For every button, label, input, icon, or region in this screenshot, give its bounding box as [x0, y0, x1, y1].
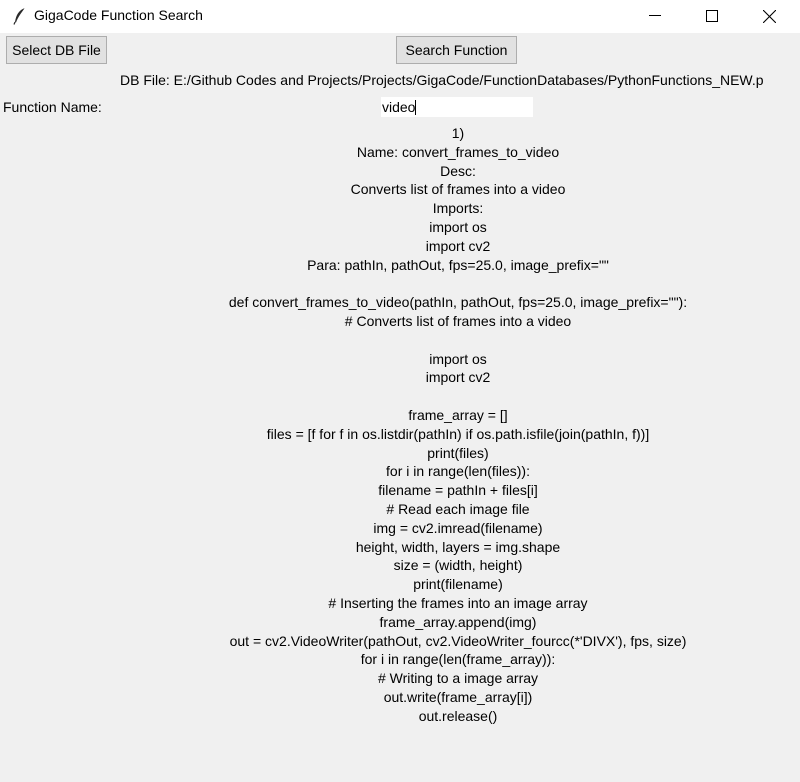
result-line: Desc: — [440, 162, 476, 179]
text-cursor — [415, 100, 417, 115]
result-line — [0, 331, 800, 350]
result-line: def convert_frames_to_video(pathIn, path… — [228, 294, 688, 311]
result-line: for i in range(len(frame_array)): — [360, 651, 556, 668]
result-line: img = cv2.imread(filename) — [373, 519, 543, 536]
minimize-button[interactable] — [632, 0, 678, 33]
minimize-icon — [649, 15, 661, 16]
result-line: # Read each image file — [386, 500, 530, 517]
result-line: import os — [429, 350, 487, 367]
db-file-path-label: DB File: E:/Github Codes and Projects/Pr… — [120, 72, 764, 88]
function-name-input-value: video — [382, 99, 416, 115]
result-line: Imports: — [432, 200, 484, 217]
search-results: 1) Name: convert_frames_to_video Desc: Conv… — [0, 124, 800, 726]
result-line: files = [f for f in os.listdir(pathIn) i… — [266, 425, 650, 442]
result-line — [0, 387, 800, 406]
result-line: # Converts list of frames into a video — [344, 312, 572, 329]
function-name-label: Function Name: — [3, 99, 102, 115]
result-line: print(files) — [427, 444, 489, 461]
close-icon — [763, 10, 776, 23]
result-line: Name: convert_frames_to_video — [356, 143, 560, 160]
result-line: filename = pathIn + files[i] — [378, 482, 538, 499]
feather-icon — [13, 7, 26, 25]
close-button[interactable] — [746, 0, 792, 33]
result-line: # Inserting the frames into an image arr… — [328, 594, 588, 611]
title-bar: GigaCode Function Search — [0, 0, 800, 33]
result-line: frame_array.append(img) — [379, 613, 537, 630]
search-function-button[interactable]: Search Function — [396, 36, 517, 64]
result-line: size = (width, height) — [393, 557, 523, 574]
result-line: print(filename) — [413, 576, 503, 593]
select-db-file-button[interactable]: Select DB File — [6, 36, 107, 64]
maximize-button[interactable] — [689, 0, 735, 33]
result-line: import os — [429, 218, 487, 235]
result-line: Converts list of frames into a video — [350, 181, 566, 198]
result-line: out.release() — [418, 707, 498, 724]
result-line: Para: pathIn, pathOut, fps=25.0, image_p… — [307, 256, 609, 273]
result-line: import cv2 — [425, 237, 491, 254]
result-line: for i in range(len(files)): — [386, 463, 530, 480]
result-line: 1) — [451, 125, 465, 141]
result-line: # Writing to a image array — [377, 670, 539, 687]
result-line: out = cv2.VideoWriter(pathOut, cv2.Video… — [229, 632, 687, 649]
result-line: out.write(frame_array[i]) — [383, 688, 533, 705]
result-line: import cv2 — [425, 369, 491, 386]
result-line: frame_array = [] — [408, 406, 508, 423]
result-line — [0, 274, 800, 293]
function-name-input[interactable]: video — [380, 96, 534, 118]
maximize-icon — [706, 10, 718, 22]
result-line: height, width, layers = img.shape — [355, 538, 561, 555]
window-title: GigaCode Function Search — [34, 7, 203, 23]
